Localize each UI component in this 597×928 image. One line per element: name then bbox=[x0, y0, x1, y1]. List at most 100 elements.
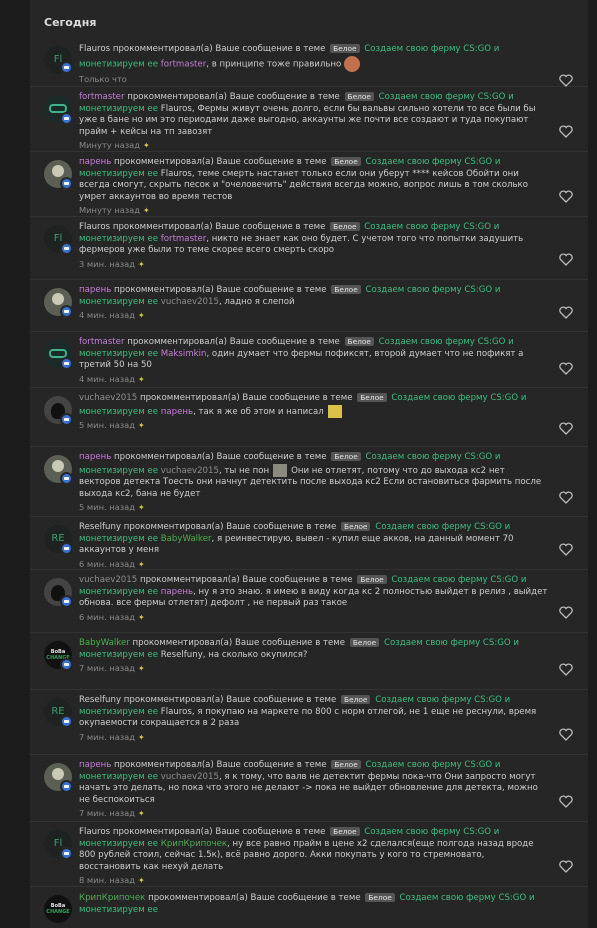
timestamp: 7 мин. назад bbox=[79, 808, 136, 818]
like-heart-icon[interactable] bbox=[559, 125, 573, 138]
actor-link[interactable]: fortmaster bbox=[79, 337, 125, 347]
star-icon: ✦ bbox=[138, 809, 145, 818]
action-text: прокомментировал(а) Ваше сообщение в тем… bbox=[132, 638, 346, 648]
quoted-user-link[interactable]: vuchaev2015 bbox=[161, 772, 219, 782]
star-icon: ✦ bbox=[138, 503, 145, 512]
like-heart-icon[interactable] bbox=[559, 860, 573, 873]
like-heart-icon[interactable] bbox=[559, 74, 573, 87]
action-text: прокомментировал(а) Ваше сообщение в тем… bbox=[114, 285, 327, 295]
list-item[interactable]: Fl Flauros прокомментировал(а) Ваше сооб… bbox=[30, 217, 588, 280]
actor-link[interactable]: vuchaev2015 bbox=[79, 393, 137, 403]
avatar[interactable]: BoBa CHANGE bbox=[44, 895, 72, 923]
actor-link[interactable]: Flauros bbox=[79, 827, 110, 837]
actor-link[interactable]: Reselfuny bbox=[79, 695, 121, 705]
comment-badge-icon bbox=[60, 357, 73, 370]
like-heart-icon[interactable] bbox=[559, 491, 573, 504]
quoted-user-link[interactable]: Reselfuny bbox=[161, 650, 203, 660]
timestamp: 6 мин. назад bbox=[79, 611, 136, 622]
quoted-user-link[interactable]: КрипКрипочек bbox=[161, 839, 227, 849]
actor-link[interactable]: парень bbox=[79, 760, 111, 770]
comment-badge-icon bbox=[60, 61, 73, 74]
comment-badge-icon bbox=[60, 177, 73, 190]
like-heart-icon[interactable] bbox=[559, 422, 573, 435]
like-heart-icon[interactable] bbox=[559, 362, 573, 375]
list-item[interactable]: fortmaster прокомментировал(а) Ваше сооб… bbox=[30, 87, 588, 152]
list-item[interactable]: vuchaev2015 прокомментировал(а) Ваше соо… bbox=[30, 570, 588, 633]
actor-link[interactable]: fortmaster bbox=[79, 92, 125, 102]
tag-badge: Белое bbox=[330, 827, 360, 836]
notifications-panel: Сегодня Fl Flauros прокомментировал(а) В… bbox=[30, 0, 588, 928]
action-text: прокомментировал(а) Ваше сообщение в тем… bbox=[123, 695, 337, 705]
tag-badge: Белое bbox=[365, 893, 395, 902]
quoted-user-link[interactable]: Maksimkin bbox=[161, 349, 207, 359]
message-text: , ладно я слепой bbox=[218, 296, 295, 307]
actor-link[interactable]: парень bbox=[79, 285, 111, 295]
list-item[interactable]: парень прокомментировал(а) Ваше сообщени… bbox=[30, 755, 588, 822]
list-item[interactable]: парень прокомментировал(а) Ваше сообщени… bbox=[30, 152, 588, 217]
like-heart-icon[interactable] bbox=[559, 728, 573, 741]
timestamp: 7 мин. назад bbox=[79, 663, 136, 673]
actor-link[interactable]: Flauros bbox=[79, 44, 110, 54]
action-text: прокомментировал(а) Ваше сообщение в тем… bbox=[112, 827, 326, 837]
like-heart-icon[interactable] bbox=[559, 253, 573, 266]
list-item[interactable]: BoBa CHANGE BabyWalker прокомментировал(а… bbox=[30, 633, 588, 690]
tag-badge: Белое bbox=[349, 638, 380, 647]
timestamp: 6 мин. назад bbox=[79, 558, 136, 569]
quoted-user-link[interactable]: Flauros bbox=[161, 707, 192, 717]
tag-badge: Белое bbox=[330, 44, 360, 53]
timestamp: 5 мин. назад bbox=[79, 502, 136, 512]
list-item[interactable]: RE Reselfuny прокомментировал(а) Ваше со… bbox=[30, 690, 588, 755]
like-heart-icon[interactable] bbox=[559, 663, 573, 676]
star-icon: ✦ bbox=[138, 421, 145, 430]
actor-link[interactable]: КрипКрипочек bbox=[79, 893, 145, 903]
quoted-user-link[interactable]: BabyWalker bbox=[161, 534, 212, 544]
comment-badge-icon bbox=[60, 780, 73, 793]
list-item[interactable]: RE Reselfuny прокомментировал(а) Ваше со… bbox=[30, 517, 588, 570]
quoted-user-link[interactable]: парень bbox=[161, 587, 193, 597]
list-item[interactable]: fortmaster прокомментировал(а) Ваше сооб… bbox=[30, 332, 588, 388]
action-text: прокомментировал(а) Ваше сообщение в тем… bbox=[114, 452, 327, 462]
star-icon: ✦ bbox=[143, 206, 150, 215]
action-text: прокомментировал(а) Ваше сообщение в тем… bbox=[123, 522, 337, 532]
quoted-user-link[interactable]: vuchaev2015 bbox=[161, 297, 219, 307]
like-heart-icon[interactable] bbox=[559, 795, 573, 808]
actor-link[interactable]: парень bbox=[79, 452, 111, 462]
comment-badge-icon bbox=[60, 242, 73, 255]
list-item[interactable]: vuchaev2015 прокомментировал(а) Ваше соо… bbox=[30, 388, 588, 447]
actor-link[interactable]: Flauros bbox=[79, 222, 110, 232]
timestamp: Минуту назад bbox=[79, 205, 141, 215]
like-heart-icon[interactable] bbox=[559, 543, 573, 556]
quoted-user-link[interactable]: fortmaster bbox=[161, 59, 207, 69]
list-item[interactable]: BoBa CHANGE КрипКрипочек прокомментировал… bbox=[30, 887, 588, 927]
star-icon: ✦ bbox=[138, 664, 145, 673]
quoted-user-link[interactable]: парень bbox=[161, 407, 193, 417]
action-text: прокомментировал(а) Ваше сообщение в тем… bbox=[112, 222, 326, 232]
actor-link[interactable]: парень bbox=[79, 157, 111, 167]
list-item[interactable]: парень прокомментировал(а) Ваше сообщени… bbox=[30, 280, 588, 332]
action-text: прокомментировал(а) Ваше сообщение в тем… bbox=[114, 157, 327, 167]
like-heart-icon[interactable] bbox=[559, 190, 573, 203]
quoted-user-link[interactable]: fortmaster bbox=[161, 234, 207, 244]
actor-link[interactable]: BabyWalker bbox=[79, 638, 130, 648]
emoji-icon bbox=[327, 404, 342, 418]
like-heart-icon[interactable] bbox=[559, 606, 573, 619]
quoted-user-link[interactable]: Flauros bbox=[161, 104, 192, 114]
list-item[interactable]: Fl Flauros прокомментировал(а) Ваше сооб… bbox=[30, 822, 588, 887]
message-text: , в принципе тоже правильно bbox=[206, 59, 342, 69]
image-thumbnail bbox=[273, 463, 288, 477]
quoted-user-link[interactable]: Flauros bbox=[161, 169, 192, 179]
list-item[interactable]: Fl Flauros прокомментировал(а) Ваше сооб… bbox=[30, 38, 588, 87]
star-icon: ✦ bbox=[138, 311, 145, 320]
comment-badge-icon bbox=[60, 112, 73, 125]
timestamp: 4 мин. назад bbox=[79, 373, 136, 384]
tag-badge: Белое bbox=[357, 575, 387, 584]
list-item[interactable]: парень прокомментировал(а) Ваше сообщени… bbox=[30, 447, 588, 517]
quoted-user-link[interactable]: vuchaev2015 bbox=[161, 466, 219, 476]
actor-link[interactable]: Reselfuny bbox=[79, 522, 121, 532]
comment-badge-icon bbox=[60, 715, 73, 728]
timestamp: 7 мин. назад bbox=[79, 731, 136, 742]
message-text: , так я же об этом и написал bbox=[193, 406, 324, 417]
star-icon: ✦ bbox=[138, 876, 145, 885]
actor-link[interactable]: vuchaev2015 bbox=[79, 575, 137, 585]
like-heart-icon[interactable] bbox=[559, 306, 573, 319]
